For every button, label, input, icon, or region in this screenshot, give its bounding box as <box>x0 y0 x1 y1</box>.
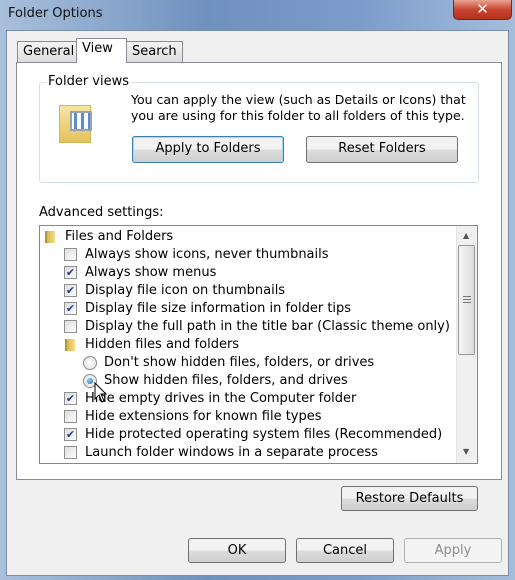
checkbox-checked[interactable]: ✔ <box>64 284 77 297</box>
advanced-settings-list[interactable]: Files and Folders Always show icons, neve… <box>39 225 478 464</box>
list-item-label: Display the full path in the title bar (… <box>85 319 450 334</box>
window-title: Folder Options <box>8 6 103 21</box>
close-button[interactable]: ✕ <box>453 0 512 20</box>
list-item-label: Hide extensions for known file types <box>85 409 322 424</box>
list-item-label: Files and Folders <box>65 229 174 244</box>
apply-to-folders-button[interactable]: Apply to Folders <box>132 136 284 163</box>
checkbox-unchecked[interactable] <box>64 248 77 261</box>
list-item-label: Display file size information in folder … <box>85 301 352 316</box>
folder-icon <box>65 339 75 351</box>
mouse-cursor-icon <box>94 382 108 403</box>
checkbox-checked[interactable]: ✔ <box>64 428 77 441</box>
scroll-down-icon[interactable]: ▼ <box>463 447 469 456</box>
checkbox-unchecked[interactable] <box>64 410 77 423</box>
folder-icon <box>45 231 55 243</box>
cancel-button[interactable]: Cancel <box>296 538 394 563</box>
tab-search[interactable]: Search <box>126 41 183 63</box>
title-bar[interactable]: Folder Options ✕ <box>0 0 515 30</box>
tab-general[interactable]: General <box>17 41 81 63</box>
checkbox-unchecked[interactable] <box>64 320 77 333</box>
folder-view-icon <box>59 105 92 143</box>
list-item-label: Show hidden files, folders, and drives <box>104 373 348 388</box>
list-item-label: Always show menus <box>85 265 217 280</box>
list-item-label: Don't show hidden files, folders, or dri… <box>104 355 375 370</box>
advanced-settings-label: Advanced settings: <box>39 205 164 220</box>
apply-button[interactable]: Apply <box>404 538 502 563</box>
checkbox-checked[interactable]: ✔ <box>64 392 77 405</box>
list-item-label: Always show icons, never thumbnails <box>85 247 329 262</box>
checkbox-unchecked[interactable] <box>64 446 77 459</box>
checkbox-checked[interactable]: ✔ <box>64 302 77 315</box>
list-item-label: Hidden files and folders <box>85 337 240 352</box>
list-item-label: Hide empty drives in the Computer folder <box>85 391 357 406</box>
radio-unselected[interactable] <box>83 356 97 370</box>
scroll-up-icon[interactable]: ▲ <box>463 231 469 240</box>
restore-defaults-button[interactable]: Restore Defaults <box>341 486 478 511</box>
checkbox-checked[interactable]: ✔ <box>64 266 77 279</box>
ok-button[interactable]: OK <box>188 538 286 563</box>
tab-view[interactable]: View <box>76 38 127 63</box>
list-item-label: Launch folder windows in a separate proc… <box>85 445 378 460</box>
folder-views-description: You can apply the view (such as Details … <box>131 92 466 123</box>
reset-folders-button[interactable]: Reset Folders <box>306 136 458 163</box>
list-item-label: Hide protected operating system files (R… <box>85 427 443 442</box>
list-item-label: Display file icon on thumbnails <box>85 283 286 298</box>
folder-views-label: Folder views <box>46 74 132 89</box>
scrollbar-thumb[interactable] <box>458 245 475 355</box>
